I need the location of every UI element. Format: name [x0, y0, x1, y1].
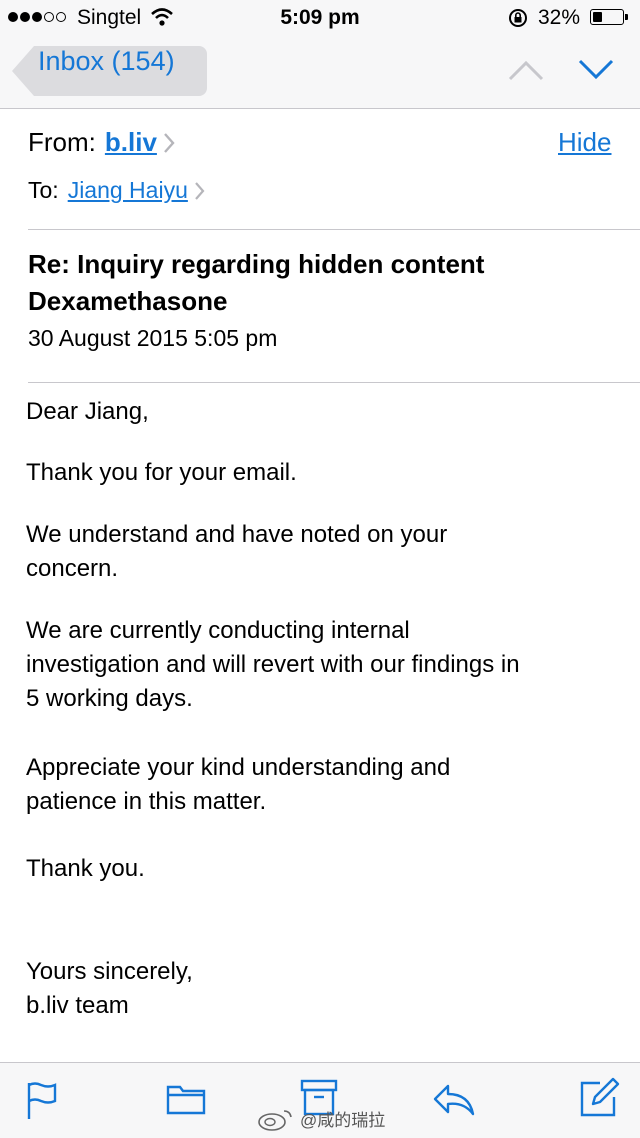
watermark: @咸的瑞拉 [256, 1106, 385, 1131]
signature-block: Yours sincerely, b.liv team [26, 955, 616, 1023]
from-label: From: [28, 127, 96, 157]
email-date: 30 August 2015 5:05 pm [28, 325, 278, 351]
body-line: patience in this matter. [26, 788, 267, 815]
watermark-text: @咸的瑞拉 [300, 1111, 386, 1130]
body-paragraph: We are currently conducting internal inv… [26, 614, 616, 716]
greeting-text: Dear Jiang, [26, 398, 149, 425]
mail-screen: Singtel 5:09 pm 32% Inbox (154) From: b.… [0, 0, 640, 1138]
navigation-bar: Inbox (154) [0, 36, 640, 109]
folder-icon[interactable] [166, 1081, 206, 1115]
divider [28, 382, 640, 383]
divider [28, 229, 640, 230]
battery-percentage: 32% [538, 6, 581, 29]
sender-link[interactable]: b.liv [105, 127, 157, 158]
to-row: To: Jiang Haiyu [28, 177, 205, 204]
compose-icon[interactable] [578, 1077, 620, 1119]
chevron-up-icon[interactable] [508, 58, 544, 82]
chevron-right-icon[interactable] [163, 132, 175, 154]
reply-icon[interactable] [432, 1083, 476, 1117]
subject-line: Re: Inquiry regarding hidden content [28, 249, 485, 279]
email-subject: Re: Inquiry regarding hidden content Dex… [28, 246, 618, 320]
body-paragraph: We understand and have noted on your con… [26, 518, 616, 586]
status-bar: Singtel 5:09 pm 32% [0, 0, 640, 36]
orientation-lock-icon [509, 9, 527, 27]
body-line: investigation and will revert with our f… [26, 651, 520, 678]
body-line: We are currently conducting internal [26, 617, 410, 644]
from-row: From: b.liv [28, 127, 175, 158]
body-line: 5 working days. [26, 685, 193, 712]
body-paragraph: Thank you. [26, 855, 145, 882]
back-button-label[interactable]: Inbox (154) [38, 46, 175, 77]
body-line: Appreciate your kind understanding and [26, 754, 451, 781]
recipient-link[interactable]: Jiang Haiyu [68, 177, 188, 204]
battery-icon [590, 9, 628, 25]
signature-line: b.liv team [26, 992, 129, 1019]
body-paragraph: Thank you for your email. [26, 459, 297, 486]
hide-details-link[interactable]: Hide [558, 127, 611, 158]
to-label: To: [28, 177, 59, 203]
subject-line: Dexamethasone [28, 286, 228, 316]
chevron-right-icon[interactable] [194, 181, 205, 201]
body-line: concern. [26, 555, 119, 582]
flag-icon[interactable] [26, 1081, 58, 1121]
chevron-down-icon[interactable] [578, 58, 614, 82]
closing-line: Yours sincerely, [26, 958, 193, 985]
body-line: We understand and have noted on your [26, 521, 448, 548]
body-paragraph: Appreciate your kind understanding and p… [26, 751, 616, 819]
weibo-logo-icon [258, 1109, 292, 1131]
